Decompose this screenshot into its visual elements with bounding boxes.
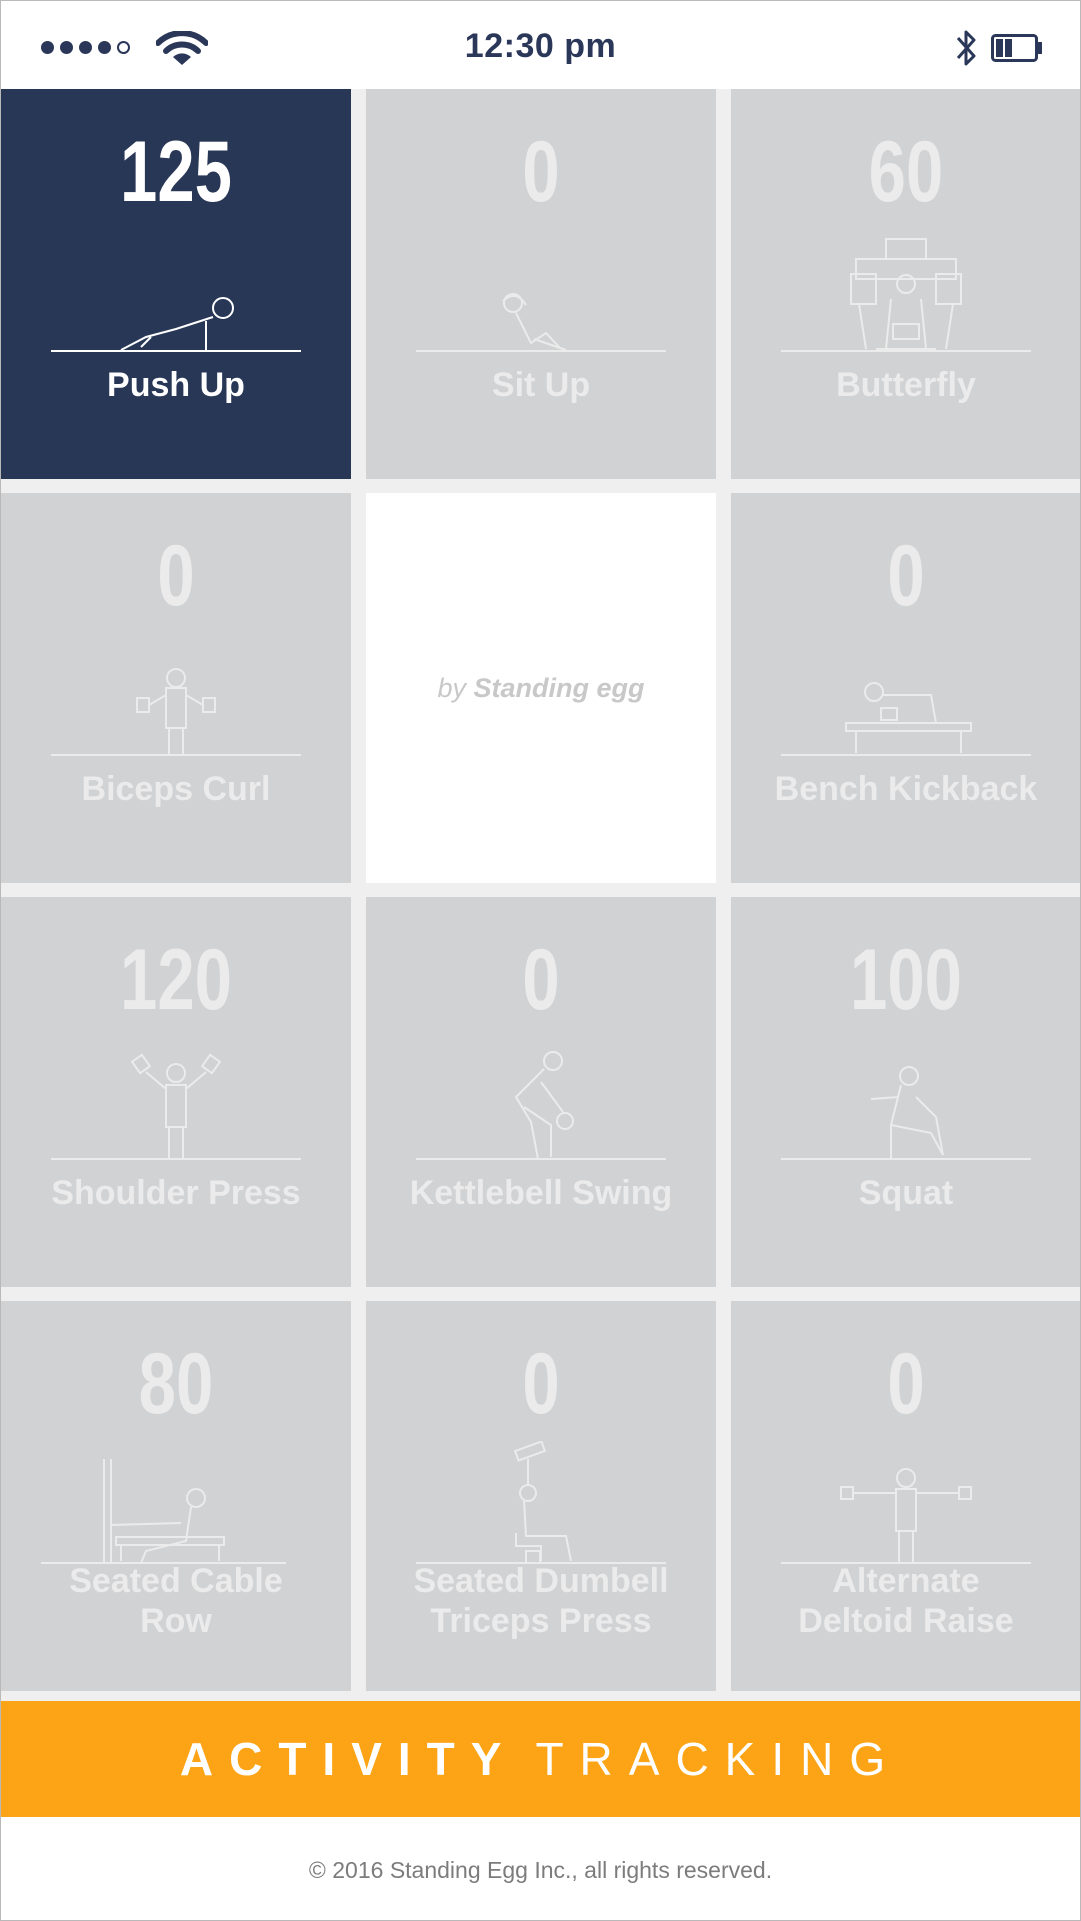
exercise-label-line2: Triceps Press — [430, 1602, 652, 1640]
exercise-label: Squat — [858, 1174, 954, 1212]
rep-count: 80 — [138, 1336, 214, 1432]
squat-icon — [781, 1066, 1031, 1160]
exercise-label: Sit Up — [491, 366, 591, 404]
exercise-label: Shoulder Press — [51, 1174, 301, 1212]
rep-count: 120 — [120, 932, 232, 1028]
copyright-footer: © 2016 Standing Egg Inc., all rights res… — [1, 1817, 1080, 1920]
tile-sit-up[interactable]: 0 Sit Up — [366, 89, 716, 479]
exercise-label-line1: Seated Cable — [69, 1562, 283, 1600]
exercise-label: Butterfly — [836, 366, 976, 404]
exercise-label: Alternate Deltoid Raise — [741, 1561, 1071, 1641]
butterfly-machine-icon — [781, 238, 1031, 352]
exercise-label: Seated Cable Row — [11, 1561, 341, 1641]
tile-bench-kickback[interactable]: 0 Bench Kickback — [731, 493, 1080, 883]
exercise-label: Seated Dumbell Triceps Press — [376, 1561, 706, 1641]
rep-count: 0 — [887, 528, 925, 624]
banner-word-activity: ACTIVITY — [179, 1733, 518, 1785]
tile-shoulder-press[interactable]: 120 Shoulder Press — [1, 897, 351, 1287]
tile-kettlebell-swing[interactable]: 0 Kettlebell Swing — [366, 897, 716, 1287]
tile-push-up[interactable]: 125 Push Up — [1, 89, 351, 479]
brand-credit: by Standing egg — [366, 673, 716, 704]
kettlebell-swing-icon — [416, 1051, 666, 1160]
exercise-label: Biceps Curl — [81, 770, 271, 808]
app-screen: 12:30 pm 125 Push Up 0 Sit Up 60 Butterf… — [0, 0, 1081, 1921]
exercise-label-line1: Alternate — [832, 1562, 980, 1600]
status-bar: 12:30 pm — [1, 1, 1080, 89]
tile-seated-cable-row[interactable]: 80 Seated Cable Row — [1, 1301, 351, 1691]
tile-alternate-deltoid-raise[interactable]: 0 Alternate Deltoid Raise — [731, 1301, 1080, 1691]
exercise-label: Kettlebell Swing — [409, 1174, 673, 1212]
tile-seated-dumbell-triceps-press[interactable]: 0 Seated Dumbell Triceps Press — [366, 1301, 716, 1691]
rep-count: 0 — [887, 1336, 925, 1432]
banner-word-tracking: TRACKING — [535, 1733, 902, 1785]
exercise-label: Bench Kickback — [774, 770, 1038, 808]
exercise-label: Push Up — [107, 366, 245, 404]
push-up-icon — [51, 297, 301, 352]
bench-kickback-icon — [781, 682, 1031, 756]
rep-count: 0 — [522, 1336, 560, 1432]
shoulder-press-icon — [51, 1053, 301, 1160]
brand-by: by — [437, 673, 466, 703]
rep-count: 0 — [157, 528, 195, 624]
rep-count: 125 — [120, 124, 232, 220]
tile-biceps-curl[interactable]: 0 Biceps Curl — [1, 493, 351, 883]
tile-butterfly[interactable]: 60 Butterfly — [731, 89, 1080, 479]
sit-up-icon — [416, 293, 666, 352]
activity-tracking-banner[interactable]: ACTIVITY TRACKING — [1, 1701, 1080, 1817]
exercise-label-line2: Row — [140, 1602, 212, 1640]
rep-count: 100 — [850, 932, 962, 1028]
status-time: 12:30 pm — [464, 27, 617, 65]
rep-count: 60 — [868, 124, 944, 220]
battery-icon — [991, 34, 1042, 62]
exercise-label-line2: Deltoid Raise — [798, 1602, 1014, 1640]
exercise-label-line1: Seated Dumbell — [413, 1562, 669, 1600]
bluetooth-icon — [956, 30, 976, 66]
tile-squat[interactable]: 100 Squat — [731, 897, 1080, 1287]
exercise-grid: 125 Push Up 0 Sit Up 60 Butterfly 0 Bice… — [1, 89, 1080, 1701]
rep-count: 0 — [522, 124, 560, 220]
biceps-curl-icon — [51, 668, 301, 756]
brand-tile: by Standing egg — [366, 493, 716, 883]
rep-count: 0 — [522, 932, 560, 1028]
brand-name: Standing egg — [473, 673, 645, 703]
